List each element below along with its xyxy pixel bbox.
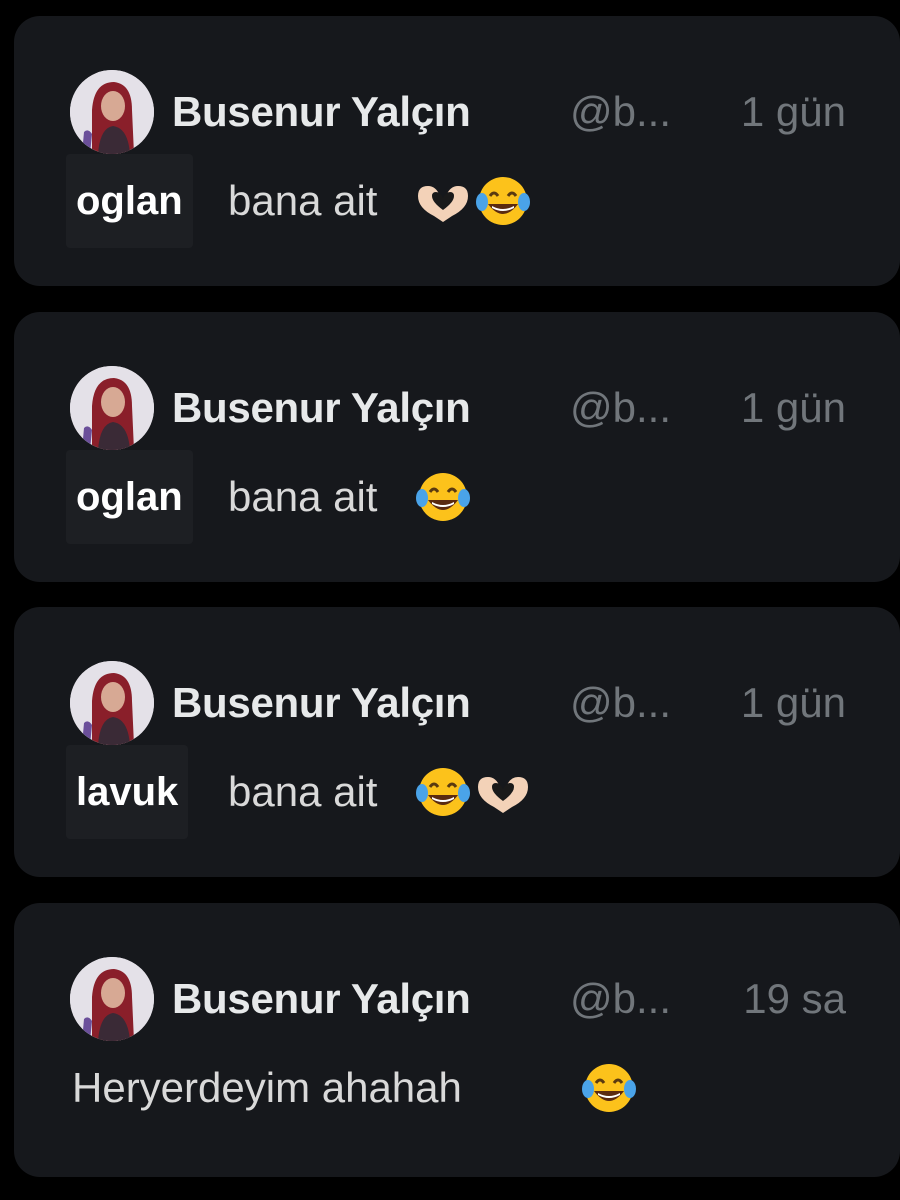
timestamp[interactable]: 19 sa (743, 969, 846, 1029)
tears-of-joy-icon (580, 1059, 638, 1117)
emoji-group (412, 468, 472, 526)
avatar[interactable] (70, 957, 154, 1041)
tears-of-joy-icon (414, 763, 472, 821)
emoji-group (412, 763, 532, 821)
tweet-header: Busenur Yalçın @b... 1 gün (172, 378, 862, 438)
tweet-body-text: bana ait (228, 768, 378, 815)
display-name[interactable]: Busenur Yalçın (172, 82, 471, 142)
tweet-feed: Busenur Yalçın @b... 1 gün oglan bana ai… (0, 0, 900, 1200)
tweet-card[interactable]: Busenur Yalçın @b... 19 sa Heryerdeyim a… (14, 903, 900, 1177)
heart-hands-icon (414, 172, 472, 230)
timestamp[interactable]: 1 gün (741, 673, 846, 733)
username-handle[interactable]: @b... (570, 969, 671, 1029)
tweet-header: Busenur Yalçın @b... 1 gün (172, 673, 862, 733)
tweet-card[interactable]: Busenur Yalçın @b... 1 gün oglan bana ai… (14, 312, 900, 582)
username-handle[interactable]: @b... (570, 82, 671, 142)
avatar[interactable] (70, 661, 154, 745)
tweet-header: Busenur Yalçın @b... 19 sa (172, 969, 862, 1029)
tears-of-joy-icon (474, 172, 532, 230)
display-name[interactable]: Busenur Yalçın (172, 969, 471, 1029)
heart-hands-icon (474, 763, 532, 821)
tweet-body-text: bana ait (228, 473, 378, 520)
highlighted-word: oglan (66, 154, 193, 248)
display-name[interactable]: Busenur Yalçın (172, 378, 471, 438)
highlighted-word: lavuk (66, 745, 189, 839)
tweet-body-text: bana ait (228, 177, 378, 224)
tweet-card[interactable]: Busenur Yalçın @b... 1 gün lavuk bana ai… (14, 607, 900, 877)
tears-of-joy-icon (414, 468, 472, 526)
timestamp[interactable]: 1 gün (741, 82, 846, 142)
username-handle[interactable]: @b... (570, 673, 671, 733)
emoji-group (412, 172, 532, 230)
display-name[interactable]: Busenur Yalçın (172, 673, 471, 733)
timestamp[interactable]: 1 gün (741, 378, 846, 438)
avatar[interactable] (70, 70, 154, 154)
tweet-header: Busenur Yalçın @b... 1 gün (172, 82, 862, 142)
tweet-body-text: Heryerdeyim ahahah (72, 1064, 462, 1111)
highlighted-word: oglan (66, 450, 193, 544)
emoji-group (578, 1059, 638, 1117)
avatar[interactable] (70, 366, 154, 450)
tweet-card[interactable]: Busenur Yalçın @b... 1 gün oglan bana ai… (14, 16, 900, 286)
username-handle[interactable]: @b... (570, 378, 671, 438)
